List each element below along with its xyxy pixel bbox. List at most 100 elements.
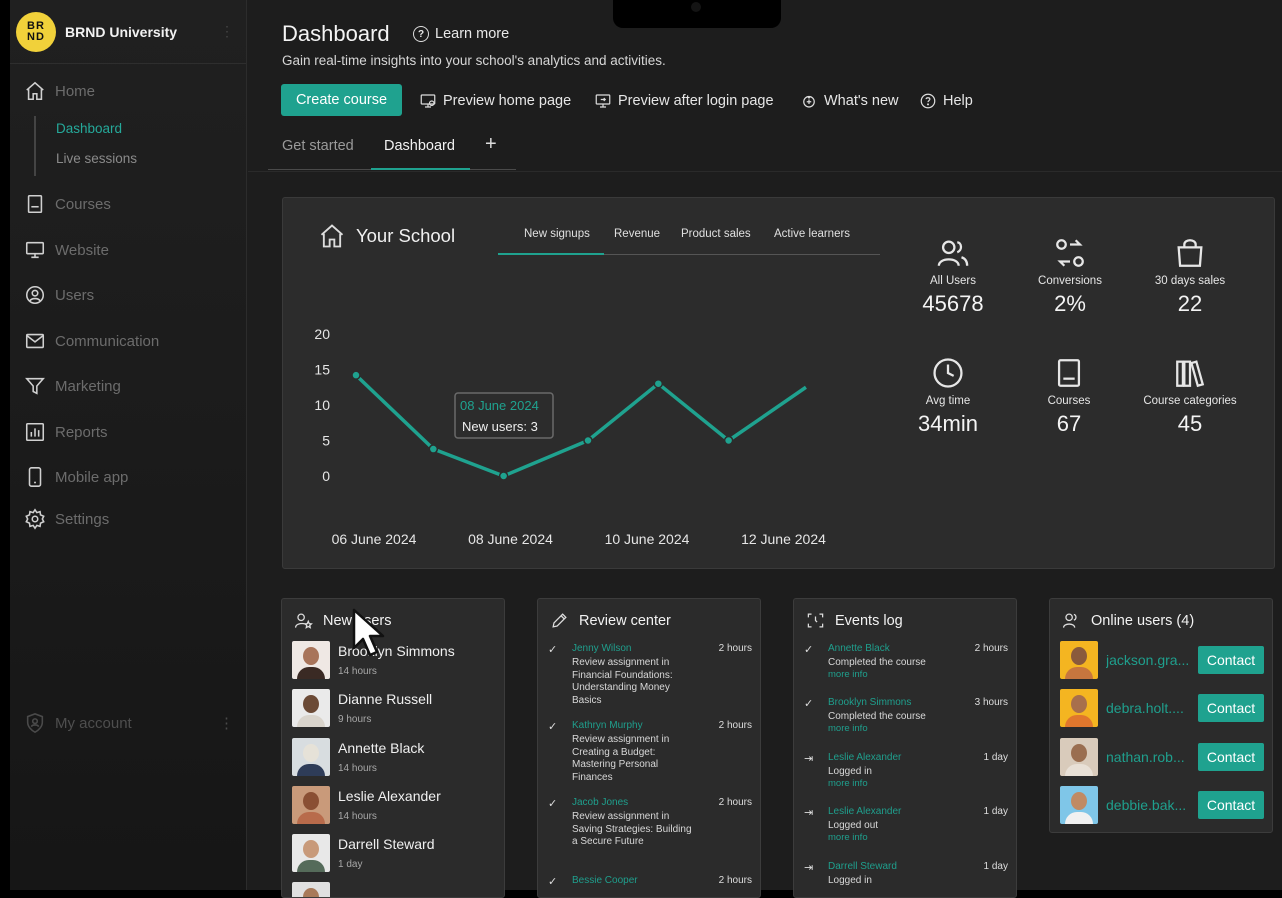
sidebar-item-courses[interactable]: Courses	[24, 193, 111, 215]
data-point[interactable]	[653, 378, 664, 389]
event-user[interactable]: Darrell Steward	[828, 861, 897, 872]
tab-revenue[interactable]: Revenue	[614, 228, 660, 240]
gear-icon	[25, 508, 45, 530]
sidebar-item-label: Website	[55, 241, 109, 259]
y-tick-label: 5	[322, 433, 330, 449]
check-icon: ✓	[804, 698, 814, 710]
review-center-title: Review center	[550, 611, 671, 630]
shopping-bag-icon	[1177, 239, 1203, 267]
shield-user-icon	[26, 713, 44, 734]
online-user-row[interactable]: jackson.gra... Contact	[1060, 641, 1264, 679]
sidebar-item-users[interactable]: Users	[24, 284, 94, 306]
preview-login-icon	[595, 94, 611, 108]
sidebar-item-label: Mobile app	[55, 468, 129, 486]
stat-value: 45678	[922, 291, 984, 316]
user-time: 1 day	[338, 859, 363, 870]
bar-chart-icon	[25, 422, 45, 442]
event-user[interactable]: Brooklyn Simmons	[828, 697, 911, 708]
sidebar-item-label: Users	[55, 286, 95, 304]
login-icon: ⇥	[804, 862, 814, 874]
list-item[interactable]: Darrell Steward 1 day	[292, 834, 434, 872]
tab-active-learners[interactable]: Active learners	[774, 228, 850, 240]
tab-active-indicator	[371, 168, 470, 170]
check-icon: ✓	[548, 798, 558, 810]
camera-notch	[613, 0, 781, 28]
data-point[interactable]	[428, 444, 439, 454]
account-menu-icon[interactable]: ⋮	[219, 714, 234, 732]
event-user[interactable]: Leslie Alexander	[828, 806, 901, 817]
brand[interactable]: BR ND BRND University ⋮	[10, 0, 246, 64]
card-title-label: Review center	[579, 612, 671, 629]
brand-menu-icon[interactable]: ⋮	[220, 23, 234, 40]
more-info-link[interactable]: more info	[828, 778, 868, 789]
sidebar-item-label: Reports	[55, 423, 108, 441]
event-user[interactable]: Leslie Alexander	[828, 752, 901, 763]
avatar	[292, 882, 330, 897]
sidebar-item-reports[interactable]: Reports	[24, 421, 108, 443]
stat-value: 67	[1056, 411, 1082, 436]
learn-more-link[interactable]: ? Learn more	[413, 26, 509, 42]
sidebar-item-marketing[interactable]: Marketing	[24, 375, 121, 397]
sidebar-item-label: Marketing	[55, 377, 121, 395]
review-time: 2 hours	[718, 643, 752, 654]
list-item[interactable]	[292, 882, 330, 897]
tab-new-signups[interactable]: New signups	[524, 228, 590, 240]
contact-button[interactable]: Contact	[1198, 791, 1264, 819]
review-author[interactable]: Jacob Jones	[572, 797, 628, 808]
list-item[interactable]: Leslie Alexander 14 hours	[292, 786, 441, 824]
sidebar-item-home[interactable]: Home	[24, 80, 95, 102]
book-icon	[1057, 359, 1081, 387]
sidebar-item-communication[interactable]: Communication	[24, 330, 159, 352]
whats-new-button[interactable]: What's new	[800, 92, 899, 110]
data-point[interactable]	[498, 471, 509, 481]
more-info-link[interactable]: more info	[828, 832, 868, 843]
tab-dashboard[interactable]: Dashboard	[384, 138, 455, 154]
more-info-link[interactable]: more info	[828, 669, 868, 680]
review-text: Review assignment in Saving Strategies: …	[572, 811, 692, 848]
more-info-link[interactable]: more info	[828, 723, 868, 734]
list-item[interactable]: Annette Black 14 hours	[292, 738, 424, 776]
pencil-icon	[552, 613, 567, 628]
sidebar-item-website[interactable]: Website	[24, 239, 109, 261]
users-icon	[937, 240, 969, 267]
sidebar-item-settings[interactable]: Settings	[24, 508, 109, 530]
online-user-email[interactable]: jackson.gra...	[1106, 652, 1198, 668]
create-course-button[interactable]: Create course	[281, 84, 402, 116]
contact-button[interactable]: Contact	[1198, 646, 1264, 674]
sidebar-item-mobile-app[interactable]: Mobile app	[24, 466, 128, 488]
online-user-row[interactable]: nathan.rob... Contact	[1060, 738, 1264, 776]
add-tab-icon[interactable]: +	[485, 133, 497, 156]
tab-get-started[interactable]: Get started	[282, 138, 354, 154]
library-icon	[1176, 360, 1205, 388]
data-point[interactable]	[723, 435, 734, 446]
user-name: Leslie Alexander	[338, 788, 441, 804]
data-point[interactable]	[583, 435, 593, 446]
event-time: 2 hours	[974, 643, 1008, 654]
my-account[interactable]: My account ⋮	[24, 712, 234, 734]
data-point[interactable]	[351, 370, 361, 380]
online-user-email[interactable]: debra.holt....	[1106, 700, 1198, 716]
online-user-email[interactable]: nathan.rob...	[1106, 749, 1198, 765]
online-user-row[interactable]: debbie.bak... Contact	[1060, 786, 1264, 824]
review-author[interactable]: Jenny Wilson	[572, 643, 631, 654]
conversions-icon	[1056, 239, 1084, 267]
help-button[interactable]: Help	[919, 92, 973, 110]
list-item[interactable]: Dianne Russell 9 hours	[292, 689, 432, 727]
event-time: 1 day	[983, 861, 1008, 872]
online-user-email[interactable]: debbie.bak...	[1106, 797, 1198, 813]
sidebar-sub-live-sessions[interactable]: Live sessions	[56, 151, 137, 166]
review-author[interactable]: Kathryn Murphy	[572, 720, 643, 731]
help-icon	[920, 93, 936, 109]
event-user[interactable]: Annette Black	[828, 643, 890, 654]
preview-after-login-button[interactable]: Preview after login page	[594, 92, 774, 110]
preview-home-page-button[interactable]: Preview home page	[419, 92, 571, 110]
sidebar-sub-dashboard[interactable]: Dashboard	[56, 121, 122, 136]
review-author[interactable]: Bessie Cooper	[572, 875, 638, 886]
contact-button[interactable]: Contact	[1198, 694, 1264, 722]
user-time: 14 hours	[338, 666, 377, 677]
online-user-row[interactable]: debra.holt.... Contact	[1060, 689, 1264, 727]
tooltip-date: 08 June 2024	[460, 398, 539, 413]
contact-button[interactable]: Contact	[1198, 743, 1264, 771]
tab-product-sales[interactable]: Product sales	[681, 228, 751, 240]
event-text: Logged out	[828, 820, 879, 831]
